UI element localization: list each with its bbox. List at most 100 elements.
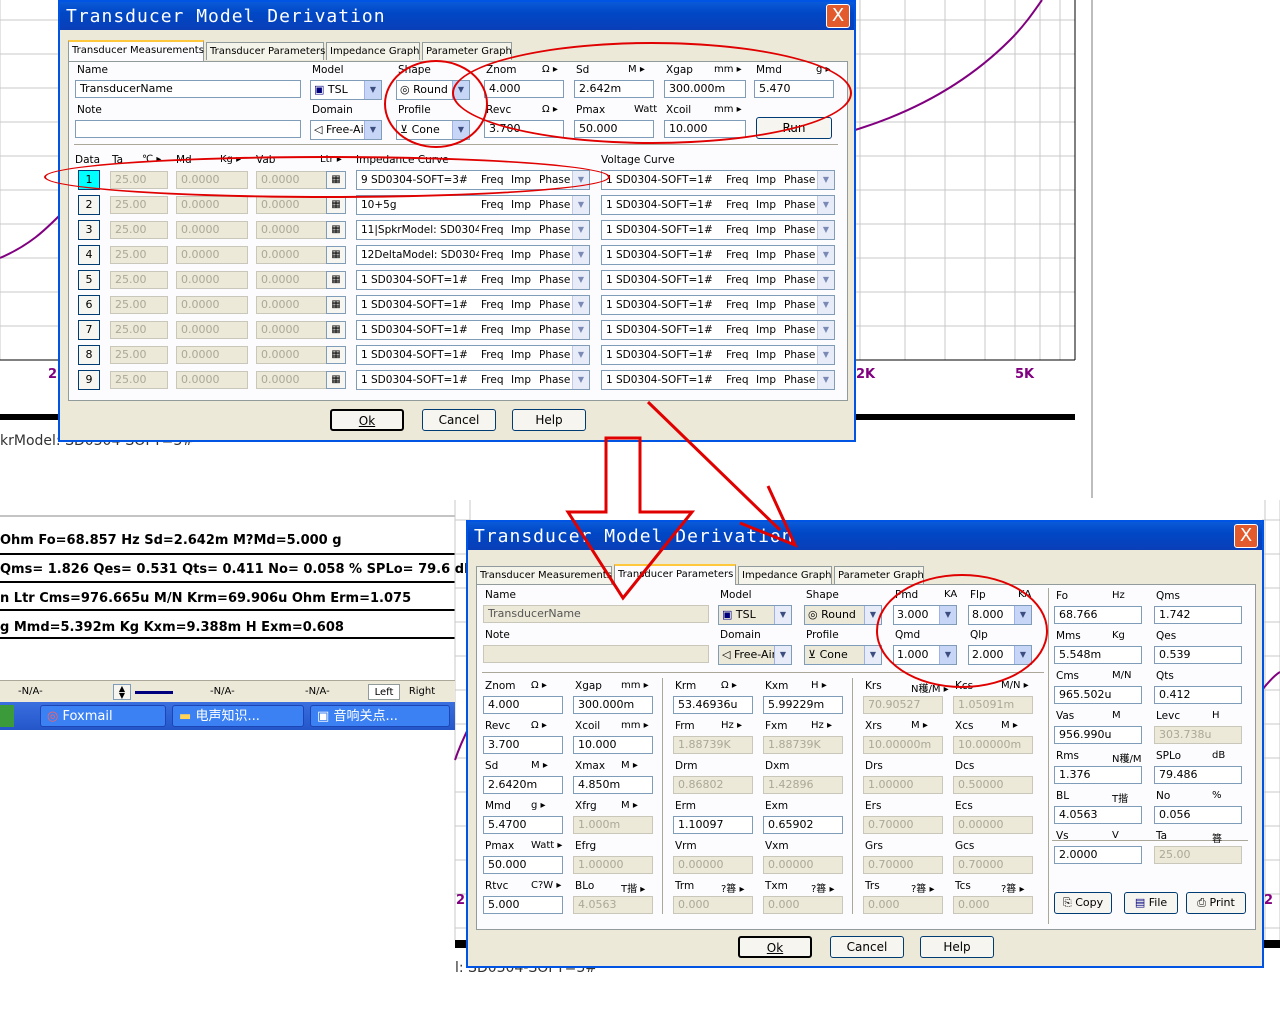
param-field[interactable]: 4.000: [483, 696, 563, 714]
domain-select[interactable]: ◁ Free-Air ▼: [310, 120, 382, 140]
param-field[interactable]: 1.88739K: [763, 736, 843, 754]
param-field[interactable]: 0.70000: [863, 816, 943, 834]
ta-field[interactable]: 25.00: [110, 196, 168, 214]
impedance-curve-select[interactable]: 1 SD0304-SOFT=1# Freq Imp Phase ▼: [356, 345, 590, 365]
param-field[interactable]: 0.70000: [953, 856, 1033, 874]
calculator-icon[interactable]: ▦: [326, 221, 346, 239]
ok-button[interactable]: Ok: [330, 409, 404, 431]
calculator-icon[interactable]: ▦: [326, 371, 346, 389]
name-field[interactable]: TransducerName: [75, 80, 301, 98]
voltage-curve-select[interactable]: 1 SD0304-SOFT=1# Freq Imp Phase ▼: [601, 370, 835, 390]
result-field[interactable]: 4.0563: [1054, 806, 1142, 824]
data-row-button[interactable]: 9: [78, 370, 100, 390]
param-field[interactable]: 0.000: [673, 896, 753, 914]
print-button[interactable]: ⎙ Print: [1186, 892, 1246, 914]
calculator-icon[interactable]: ▦: [326, 321, 346, 339]
start-button-edge[interactable]: [0, 705, 14, 727]
close-button[interactable]: X: [1234, 524, 1258, 548]
chevron-down-icon[interactable]: ▼: [774, 646, 791, 664]
param-field[interactable]: 53.46936u: [673, 696, 753, 714]
calculator-icon[interactable]: ▦: [326, 271, 346, 289]
right-button[interactable]: Right: [404, 684, 440, 700]
title-bar[interactable]: Transducer Model Derivation X: [60, 2, 854, 30]
impedance-curve-select[interactable]: 11|SpkrModel: SD0304-S Freq Imp Phase ▼: [356, 220, 590, 240]
impedance-curve-select[interactable]: 1 SD0304-SOFT=1# Freq Imp Phase ▼: [356, 320, 590, 340]
calculator-icon[interactable]: ▦: [326, 196, 346, 214]
param-field[interactable]: 0.00000: [673, 856, 753, 874]
param-field[interactable]: 10.000: [573, 736, 653, 754]
result-field[interactable]: 1.376: [1054, 766, 1142, 784]
tab-transducer-measurements[interactable]: Transducer Measurements: [476, 566, 612, 584]
domain-select[interactable]: ◁ Free-Air ▼: [718, 645, 792, 665]
vab-field[interactable]: 0.0000: [256, 271, 328, 289]
param-field[interactable]: 300.000m: [573, 696, 653, 714]
ta-field[interactable]: 25.00: [110, 346, 168, 364]
model-select[interactable]: ▣ TSL ▼: [310, 80, 382, 100]
chevron-down-icon[interactable]: ▼: [817, 221, 834, 239]
vab-field[interactable]: 0.0000: [256, 246, 328, 264]
param-field[interactable]: 5.000: [483, 896, 563, 914]
chevron-down-icon[interactable]: ▼: [572, 221, 589, 239]
chevron-down-icon[interactable]: ▼: [572, 271, 589, 289]
impedance-curve-select[interactable]: 12DeltaModel: SD0304-SFreq Imp Phase▼: [356, 245, 590, 265]
result-field[interactable]: 25.00: [1154, 846, 1242, 864]
param-field[interactable]: 1.05091m: [953, 696, 1033, 714]
md-field[interactable]: 0.0000: [176, 346, 248, 364]
chevron-down-icon[interactable]: ▼: [817, 271, 834, 289]
param-field[interactable]: 70.90527: [863, 696, 943, 714]
shape-select[interactable]: ◎ Round ▼: [804, 605, 882, 625]
result-field[interactable]: 1.742: [1154, 606, 1242, 624]
voltage-curve-select[interactable]: 1 SD0304-SOFT=1# Freq Imp Phase ▼: [601, 245, 835, 265]
param-field[interactable]: 0.70000: [863, 856, 943, 874]
close-button[interactable]: X: [826, 4, 850, 28]
chevron-down-icon[interactable]: ▼: [774, 606, 791, 624]
chevron-down-icon[interactable]: ▼: [364, 121, 381, 139]
md-field[interactable]: 0.0000: [176, 271, 248, 289]
result-field[interactable]: 965.502u: [1054, 686, 1142, 704]
ta-field[interactable]: 25.00: [110, 271, 168, 289]
left-button[interactable]: Left: [368, 684, 400, 700]
param-field[interactable]: 1.00000: [573, 856, 653, 874]
voltage-curve-select[interactable]: 1 SD0304-SOFT=1# Freq Imp Phase ▼: [601, 195, 835, 215]
chevron-down-icon[interactable]: ▼: [817, 321, 834, 339]
md-field[interactable]: 0.0000: [176, 321, 248, 339]
param-field[interactable]: 4.850m: [573, 776, 653, 794]
help-button[interactable]: Help: [920, 936, 994, 958]
result-field[interactable]: 68.766: [1054, 606, 1142, 624]
tab-impedance-graph[interactable]: Impedance Graph: [738, 566, 832, 584]
ta-field[interactable]: 25.00: [110, 246, 168, 264]
param-field[interactable]: 0.50000: [953, 776, 1033, 794]
model-select[interactable]: ▣ TSL ▼: [718, 605, 792, 625]
tab-transducer-measurements[interactable]: Transducer Measurements: [68, 40, 204, 61]
md-field[interactable]: 0.0000: [176, 246, 248, 264]
taskbar-item[interactable]: ▬ 电声知识...: [172, 705, 304, 727]
data-row-button[interactable]: 5: [78, 270, 100, 290]
vab-field[interactable]: 0.0000: [256, 346, 328, 364]
help-button[interactable]: Help: [512, 409, 586, 431]
md-field[interactable]: 0.0000: [176, 221, 248, 239]
chevron-down-icon[interactable]: ▼: [817, 346, 834, 364]
impedance-curve-select[interactable]: 1 SD0304-SOFT=1# Freq Imp Phase ▼: [356, 295, 590, 315]
cancel-button[interactable]: Cancel: [422, 409, 496, 431]
result-field[interactable]: 5.548m: [1054, 646, 1142, 664]
vab-field[interactable]: 0.0000: [256, 296, 328, 314]
vab-field[interactable]: 0.0000: [256, 221, 328, 239]
voltage-curve-select[interactable]: 1 SD0304-SOFT=1# Freq Imp Phase ▼: [601, 295, 835, 315]
chevron-down-icon[interactable]: ▼: [864, 646, 881, 664]
chevron-down-icon[interactable]: ▼: [817, 171, 834, 189]
chevron-down-icon[interactable]: ▼: [572, 346, 589, 364]
impedance-curve-select[interactable]: 1 SD0304-SOFT=1# Freq Imp Phase ▼: [356, 270, 590, 290]
ta-field[interactable]: 25.00: [110, 221, 168, 239]
data-row-button[interactable]: 4: [78, 245, 100, 265]
param-field[interactable]: 50.000: [483, 856, 563, 874]
cancel-button[interactable]: Cancel: [830, 936, 904, 958]
ok-button[interactable]: Ok: [738, 936, 812, 958]
param-field[interactable]: 1.000m: [573, 816, 653, 834]
chevron-down-icon[interactable]: ▼: [364, 81, 381, 99]
ta-field[interactable]: 25.00: [110, 371, 168, 389]
voltage-curve-select[interactable]: 1 SD0304-SOFT=1# Freq Imp Phase ▼: [601, 170, 835, 190]
param-field[interactable]: 0.000: [763, 896, 843, 914]
result-field[interactable]: 0.539: [1154, 646, 1242, 664]
voltage-curve-select[interactable]: 1 SD0304-SOFT=1# Freq Imp Phase ▼: [601, 345, 835, 365]
profile-select[interactable]: ⊻ Cone ▼: [804, 645, 882, 665]
